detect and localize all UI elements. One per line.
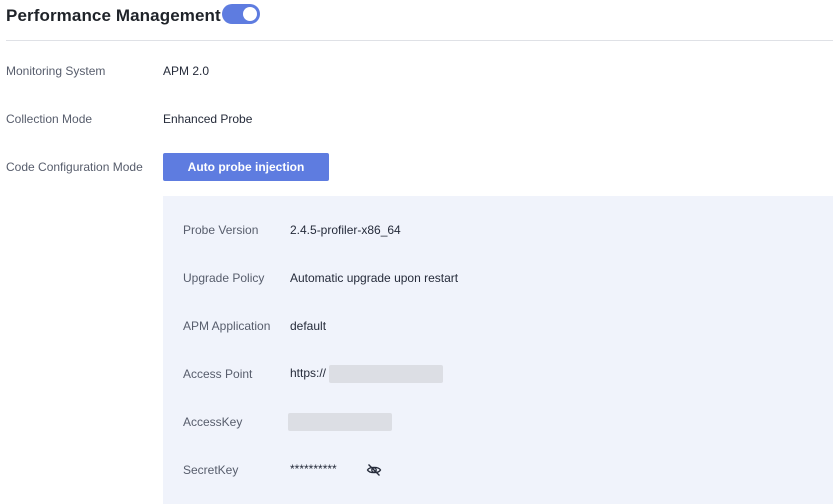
access-point-value: https:// (290, 366, 327, 381)
access-point-row: Access Point https:// (183, 364, 444, 384)
apm-application-label: APM Application (183, 319, 271, 333)
monitoring-system-value: APM 2.0 (163, 64, 210, 78)
probe-version-row: Probe Version 2.4.5-profiler-x86_64 (183, 220, 401, 240)
header-divider (6, 40, 833, 41)
eye-off-icon[interactable] (366, 462, 382, 478)
access-point-label: Access Point (183, 367, 253, 381)
secret-key-row: SecretKey ********** (183, 460, 443, 480)
probe-version-label: Probe Version (183, 223, 259, 237)
access-point-redacted (329, 365, 444, 383)
secret-key-value: ********** (290, 462, 337, 476)
code-config-mode-label: Code Configuration Mode (6, 160, 143, 174)
collection-mode-value: Enhanced Probe (163, 112, 253, 126)
upgrade-policy-label: Upgrade Policy (183, 271, 265, 285)
page-header: Performance Management (6, 4, 221, 28)
access-key-redacted (288, 413, 392, 431)
probe-version-value: 2.4.5-profiler-x86_64 (290, 223, 401, 237)
probe-details-panel: Probe Version 2.4.5-profiler-x86_64 Upgr… (163, 196, 833, 504)
access-key-label: AccessKey (183, 415, 243, 429)
monitoring-system-row: Monitoring System APM 2.0 (6, 61, 209, 81)
monitoring-system-label: Monitoring System (6, 64, 106, 78)
access-point-value-wrap: https:// (290, 365, 444, 383)
access-key-row: AccessKey (183, 412, 392, 432)
auto-probe-injection-button[interactable]: Auto probe injection (163, 153, 329, 181)
apm-application-row: APM Application default (183, 316, 326, 336)
upgrade-policy-row: Upgrade Policy Automatic upgrade upon re… (183, 268, 458, 288)
page-title: Performance Management (6, 6, 221, 25)
collection-mode-label: Collection Mode (6, 112, 93, 126)
upgrade-policy-value: Automatic upgrade upon restart (290, 271, 459, 285)
collection-mode-row: Collection Mode Enhanced Probe (6, 109, 252, 129)
toggle-knob (243, 7, 257, 21)
code-config-mode-row: Code Configuration Mode (6, 157, 163, 177)
apm-application-value: default (290, 319, 327, 333)
performance-management-toggle[interactable] (222, 4, 260, 24)
access-key-value-wrap (288, 413, 392, 431)
secret-key-label: SecretKey (183, 463, 239, 477)
